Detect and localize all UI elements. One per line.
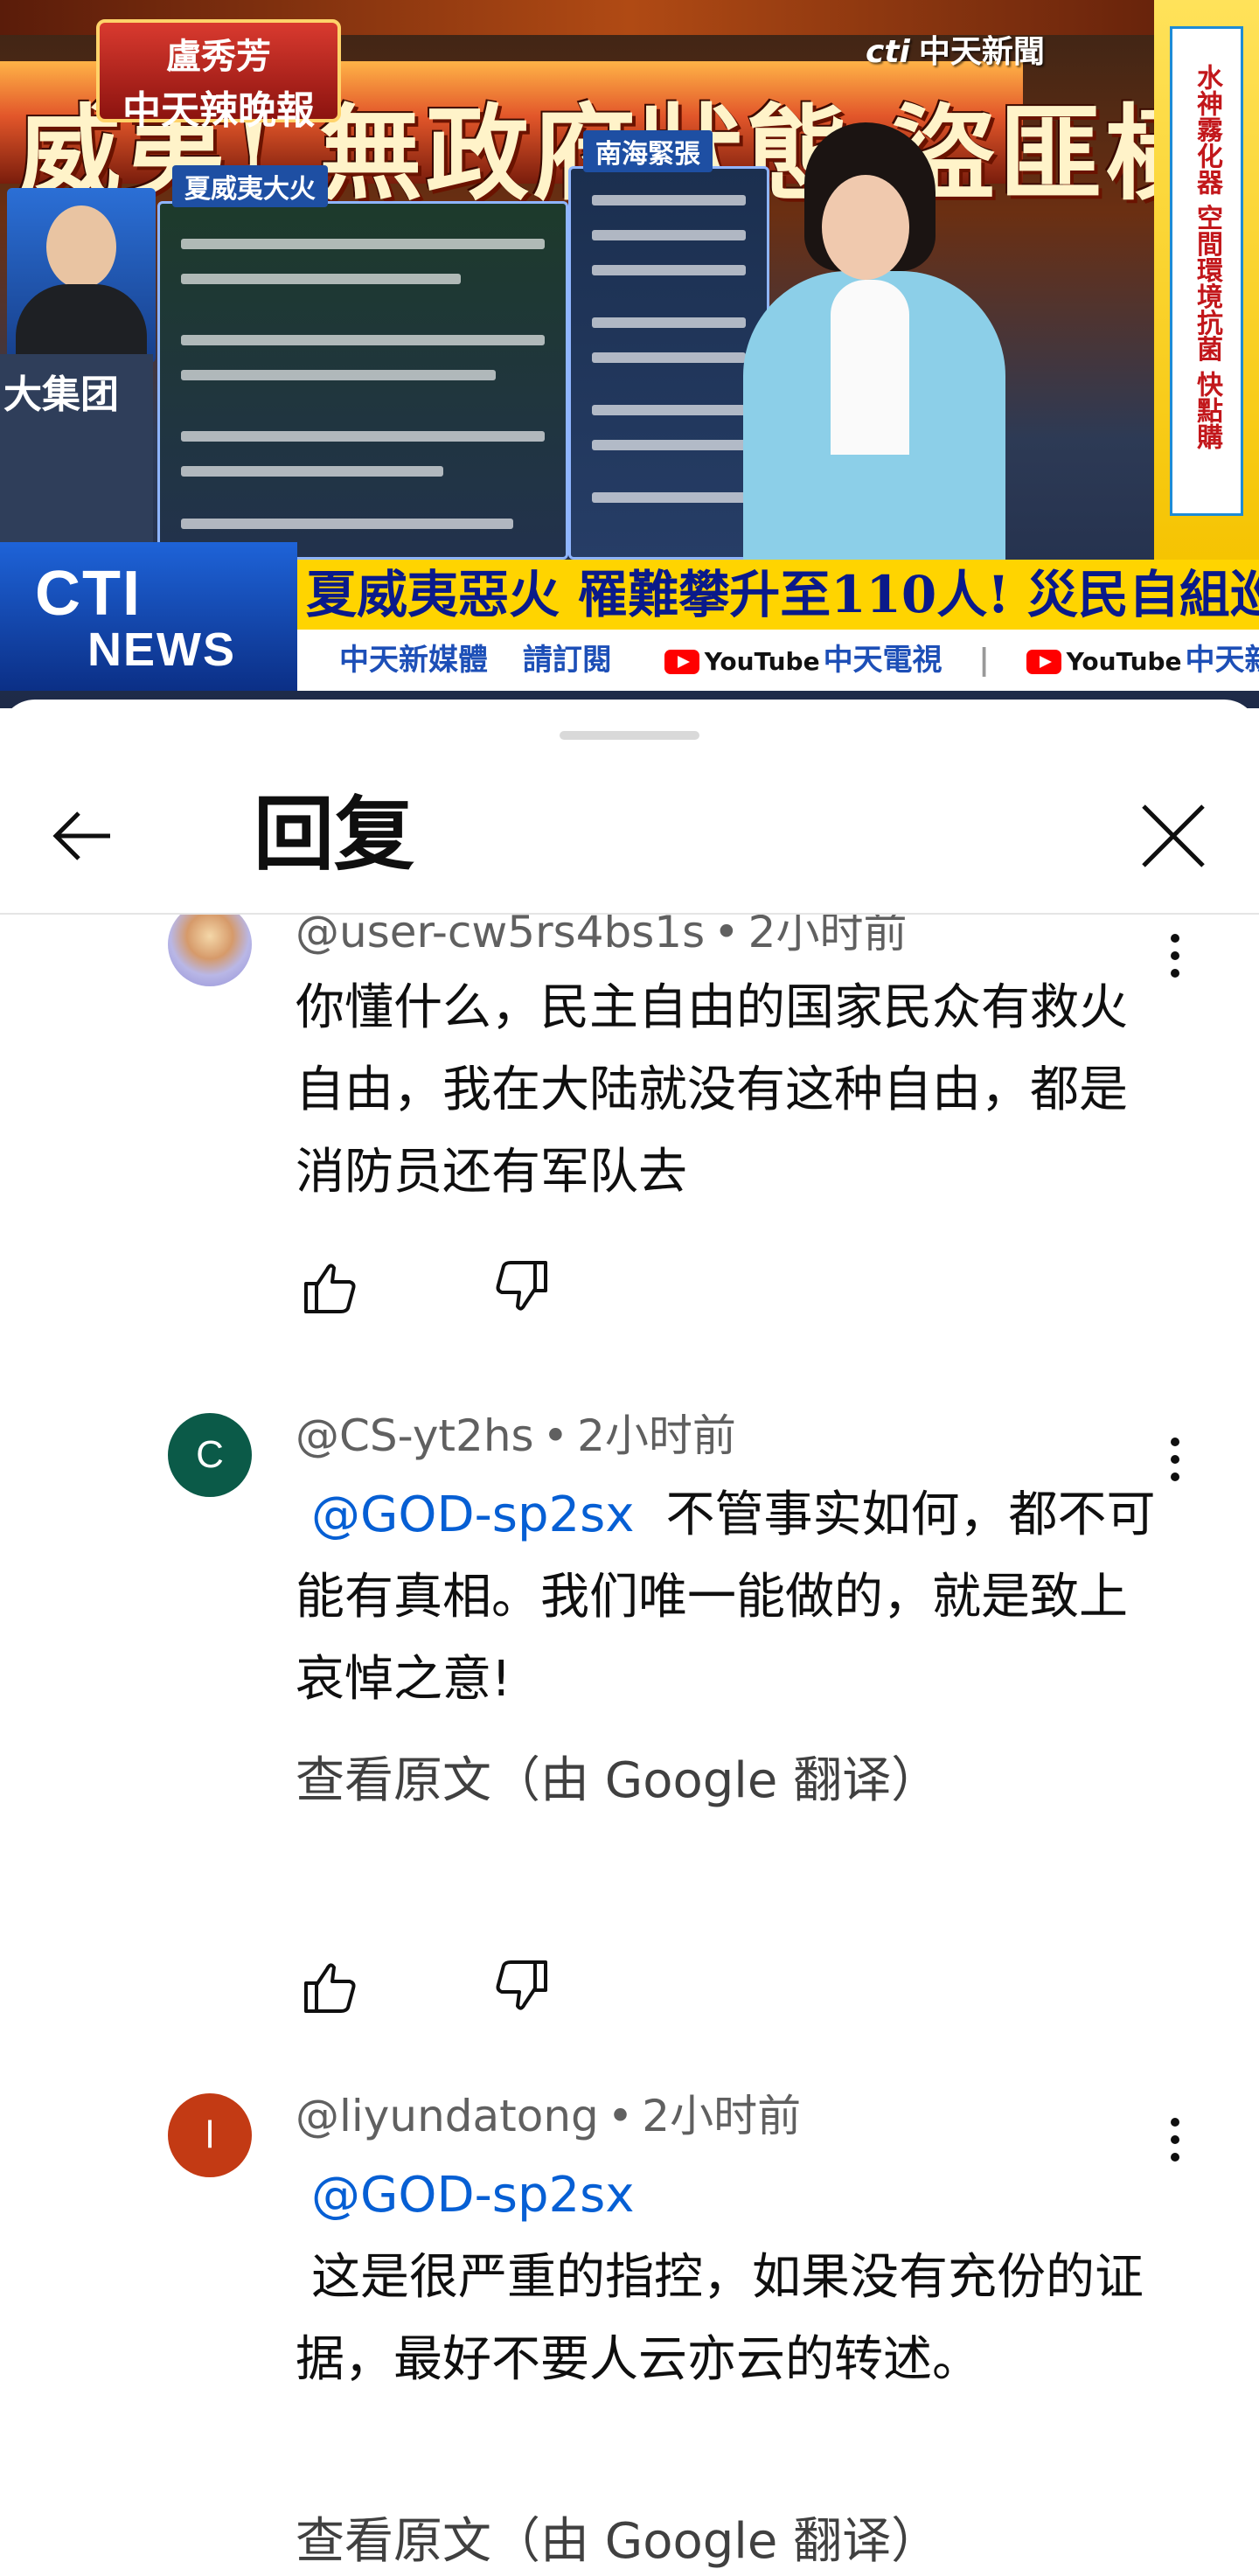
author-name[interactable]: @user-cw5rs4bs1s (296, 915, 705, 957)
building-sign: 大集团 (3, 372, 119, 417)
thumb-down-icon (496, 1960, 547, 2010)
back-button[interactable] (44, 796, 124, 876)
youtube-icon (664, 649, 699, 674)
drag-handle[interactable] (560, 731, 699, 740)
news-ticker: CTI NEWS 夏威夷惡火 罹難攀升至110人! 災民自組巡邏隊保護物資 中天… (0, 542, 1259, 708)
see-original-link[interactable]: 查看原文（由 Google 翻译） (296, 1751, 940, 1812)
panel-left-title: 夏威夷大火 (172, 165, 328, 207)
more-options-button[interactable] (1151, 922, 1200, 992)
portrait-photo (7, 188, 156, 363)
reply-meta: @CS-yt2hs • 2小时前 (296, 1410, 736, 1462)
thumb-up-icon (304, 1963, 356, 2013)
author-name[interactable]: @liyundatong (296, 2091, 599, 2141)
reply-text: @GOD-sp2sx 这是很严重的指控，如果没有充份的证据，最好不要人云亦云的转… (296, 2155, 1161, 2401)
timestamp: 2小时前 (642, 2091, 802, 2141)
youtube-channel-1: YouTube 中天電視 (664, 643, 943, 678)
thumb-up-icon (304, 1264, 356, 1313)
close-button[interactable] (1133, 796, 1214, 876)
show-host: 盧秀芳 (166, 36, 271, 77)
side-ad-strip: 水神霧化器 空間環境抗菌 快點購 (1154, 0, 1259, 568)
youtube-icon (1026, 649, 1061, 674)
ticker-subscribe-bar: 中天新媒體 請訂閱 YouTube中天電視 | YouTube中天新聞 (297, 630, 1259, 691)
panel-mid-title: 南海緊張 (583, 130, 713, 172)
channel-mark: cti (866, 34, 910, 70)
show-name: 中天辣晚報 (122, 88, 315, 133)
like-button[interactable] (296, 1252, 365, 1322)
mention-link[interactable]: @GOD-sp2sx (311, 1486, 634, 1543)
timestamp: 2小时前 (577, 1410, 736, 1461)
dislike-button[interactable] (486, 1252, 556, 1322)
logo-line1: CTI (35, 559, 142, 629)
sheet-header: 回复 (0, 752, 1259, 915)
thumb-down-icon (496, 1261, 547, 1311)
see-original-link[interactable]: 查看原文（由 Google 翻译） (296, 2511, 940, 2573)
reply-meta: @user-cw5rs4bs1s • 2小时前 (296, 915, 907, 958)
reply-body: 这是很严重的指控，如果没有充份的证据，最好不要人云亦云的转述。 (296, 2249, 1144, 2388)
avatar[interactable]: C (168, 1413, 252, 1497)
youtube-word: YouTube (704, 647, 820, 676)
show-logo: 盧秀芳 中天辣晚報 (96, 19, 341, 133)
ticker-sub-2: 請訂閱 (522, 643, 612, 678)
video-player[interactable]: 威夷! 無政府狀態 盜匪橫行 盧秀芳 中天辣晚報 cti中天新聞 大集团 夏威夷… (0, 0, 1259, 708)
ticker-separator: | (978, 643, 990, 678)
reply-actions (296, 1252, 645, 1322)
page-title: 回复 (254, 788, 415, 881)
news-panel-left: 夏威夷大火 (157, 165, 568, 560)
ticker-headline: 夏威夷惡火 罹難攀升至110人! 災民自組巡邏隊保護物資 (297, 560, 1259, 630)
meta-dot: • (713, 915, 740, 957)
side-ad-text: 水神霧化器 空間環境抗菌 快點購 (1170, 26, 1243, 516)
close-icon (1142, 804, 1205, 867)
reply-meta: @liyundatong • 2小时前 (296, 2090, 801, 2142)
ticker-sub-4: 中天新聞 (1185, 643, 1259, 678)
news-anchor (734, 122, 1014, 568)
channel-name: 中天新聞 (918, 33, 1045, 70)
youtube-word: YouTube (1066, 647, 1182, 676)
meta-dot: • (542, 1410, 569, 1461)
cti-news-logo: CTI NEWS (0, 542, 297, 691)
ticker-sub-3: 中天電視 (823, 643, 943, 678)
reply-actions (296, 1952, 645, 2022)
arrow-left-icon (52, 811, 110, 860)
like-button[interactable] (296, 1952, 365, 2022)
reply-list[interactable]: @user-cw5rs4bs1s • 2小时前 你懂什么，民主自由的国家民众有救火自… (0, 915, 1259, 2576)
reply-text: @GOD-sp2sx 不管事实如何，都不可能有真相。我们唯一能做的，就是致上哀悼之… (296, 1474, 1161, 1721)
author-name[interactable]: @CS-yt2hs (296, 1410, 534, 1461)
timestamp: 2小时前 (748, 915, 908, 957)
ticker-sub-1: 中天新媒體 (339, 643, 488, 678)
meta-dot: • (607, 2091, 634, 2141)
avatar[interactable]: l (168, 2093, 252, 2177)
building-photo: 大集团 (0, 354, 153, 564)
mention-link[interactable]: @GOD-sp2sx (311, 2155, 1161, 2237)
dislike-button[interactable] (486, 1952, 556, 2022)
avatar[interactable] (168, 915, 252, 986)
reply-text: 你懂什么，民主自由的国家民众有救火自由，我在大陆就没有这种自由，都是消防员还有军… (296, 979, 1128, 1201)
logo-line2: NEWS (87, 623, 236, 676)
youtube-channel-2: YouTube中天新聞 (1026, 643, 1259, 678)
more-vertical-icon (1151, 934, 1200, 978)
channel-watermark: cti 中天新聞 (866, 26, 1045, 72)
replies-sheet: 回复 @user-cw5rs4bs1s • 2小时前 你懂什么，民主自由的国家民众有… (0, 700, 1259, 2576)
